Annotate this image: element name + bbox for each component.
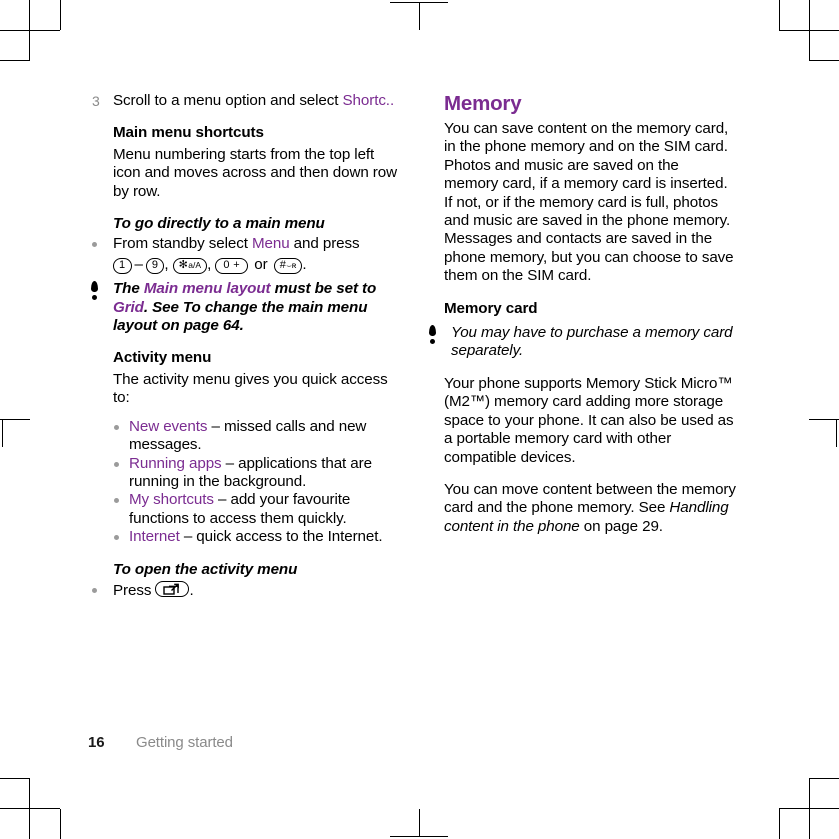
activity-item-label: My shortcuts <box>129 491 214 509</box>
key-star-main: ✻ <box>178 258 189 271</box>
note-memory-card-text: You may have to purchase a memory card s… <box>451 324 733 360</box>
activity-menu-heading: Activity menu <box>113 349 212 367</box>
press-prefix: Press <box>113 581 156 599</box>
note-text-1: The <box>113 280 144 298</box>
activity-menu-key-icon <box>155 580 190 597</box>
activity-window-icon <box>163 583 180 595</box>
memory-card-paragraph-2: You can move content between the memory … <box>444 481 736 536</box>
memory-card-p2-after: on page 29. <box>579 517 663 535</box>
activity-menu-block: Activity menu The activity menu gives yo… <box>113 349 403 578</box>
menu-highlight: Menu <box>251 235 290 253</box>
bullet-prefix: From standby select <box>113 235 252 253</box>
memory-card-heading: Memory card <box>444 299 538 317</box>
activity-item-label: New events <box>129 417 208 435</box>
key-hash-sub: ⌣ʀ <box>286 259 297 270</box>
key-sequence: 1–9, ✻a/A, 0 + or #⌣ʀ. <box>113 256 403 274</box>
key-star-icon: ✻a/A <box>172 257 208 274</box>
page-number: 16 <box>88 734 105 751</box>
exclamation-icon <box>90 281 99 301</box>
right-column: Memory You can save content on the memor… <box>429 92 736 550</box>
list-item: New events – missed calls and new messag… <box>113 418 403 455</box>
key-end-period: . <box>302 255 307 273</box>
chapter-name: Getting started <box>136 734 233 751</box>
activity-menu-list: New events – missed calls and new messag… <box>113 418 403 547</box>
step-text-after: . <box>389 92 395 109</box>
key-zero-icon: 0 + <box>215 257 249 274</box>
list-item: My shortcuts – add your favourite functi… <box>113 491 403 528</box>
activity-menu-intro: The activity menu gives you quick access… <box>113 370 388 407</box>
memory-section-title: Memory <box>444 92 522 115</box>
list-item: Running apps – applications that are run… <box>113 455 403 492</box>
to-go-directly-heading: To go directly to a main menu <box>113 215 325 233</box>
to-open-activity-heading: To open the activity menu <box>113 560 298 578</box>
left-indented-block: Main menu shortcuts Menu numbering start… <box>113 124 403 233</box>
list-item: Internet – quick access to the Internet. <box>113 528 403 546</box>
bullet-from-standby: From standby select Menu and press 1–9, … <box>88 235 403 274</box>
activity-item-label: Internet <box>129 528 180 546</box>
note-main-menu-layout: The Main menu layout must be set to Grid… <box>88 280 403 335</box>
manual-page: 3 Scroll to a menu option and select Sho… <box>0 0 839 839</box>
step-text-before: Scroll to a menu option and select <box>113 92 343 109</box>
key-dash: – <box>134 255 143 273</box>
key-1-icon: 1 <box>113 257 132 274</box>
note-highlight-2: Grid <box>113 298 144 316</box>
activity-item-desc: – quick access to the Internet. <box>179 528 383 546</box>
bullet-mid: and press <box>289 235 360 253</box>
memory-paragraph: You can save content on the memory card,… <box>444 120 734 285</box>
activity-item-label: Running apps <box>129 454 222 472</box>
key-sep-2: , <box>207 255 212 273</box>
page-footer: 16 Getting started <box>88 733 233 752</box>
left-column: 3 Scroll to a menu option and select Sho… <box>88 92 403 600</box>
bullet-press-activity-key: Press . <box>88 580 403 600</box>
key-or-text: or <box>254 255 268 273</box>
key-sep-1: , <box>164 255 169 273</box>
exclamation-icon <box>428 325 437 345</box>
note-memory-card-purchase: You may have to purchase a memory card s… <box>426 324 736 361</box>
press-suffix: . <box>189 581 194 599</box>
key-9-icon: 9 <box>145 257 165 274</box>
key-star-sub: a/A <box>188 259 202 270</box>
note-highlight-1: Main menu layout <box>143 280 271 298</box>
numbered-step-3: 3 Scroll to a menu option and select Sho… <box>88 92 403 110</box>
memory-card-paragraph-1: Your phone supports Memory Stick Micro™ … <box>444 374 734 466</box>
main-menu-shortcuts-heading: Main menu shortcuts <box>113 124 264 142</box>
main-menu-shortcuts-body: Menu numbering starts from the top left … <box>113 145 397 200</box>
note-text-3: . See To change the main menu layout on … <box>113 298 368 335</box>
step-number: 3 <box>92 93 100 109</box>
note-text-2: must be set to <box>270 280 377 298</box>
key-hash-icon: #⌣ʀ <box>273 257 303 274</box>
step-highlight: Shortc. <box>342 92 391 109</box>
